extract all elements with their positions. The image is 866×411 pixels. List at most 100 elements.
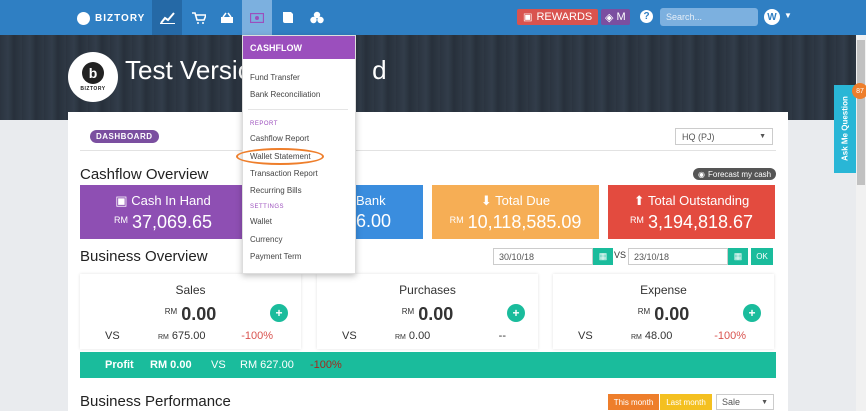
box-title: Expense xyxy=(640,283,687,297)
performance-type-select[interactable]: Sale ▼ xyxy=(716,394,774,410)
card-currency: RM xyxy=(629,215,644,225)
company-name-text: Test Versio xyxy=(125,55,253,85)
menu-item-fund-transfer[interactable]: Fund Transfer xyxy=(250,73,300,82)
profit-vs: VS xyxy=(211,359,226,371)
brand-name: BIZTORY xyxy=(95,12,146,24)
shield-icon: ◈ xyxy=(605,11,614,24)
company-logo-text: BIZTORY xyxy=(80,86,106,92)
box-value: 0.00 xyxy=(181,304,217,324)
nav-accounting-book-icon[interactable] xyxy=(273,0,303,35)
company-logo-mark: b xyxy=(82,62,104,84)
user-menu-chevron-down-icon[interactable]: ▼ xyxy=(784,11,792,20)
box-vs: VS xyxy=(342,330,357,342)
menu-item-recurring-bills[interactable]: Recurring Bills xyxy=(250,186,302,195)
download-icon: ⬇ xyxy=(480,193,496,208)
add-purchase-plus-icon[interactable]: + xyxy=(507,304,525,322)
box-cmp-currency: RM xyxy=(631,334,642,341)
box-percent: -- xyxy=(498,330,506,342)
box-percent: -100% xyxy=(241,330,273,342)
profit-bar: Profit RM 0.00 VS RM 627.00 -100% xyxy=(80,352,776,378)
box-cmp-value: 675.00 xyxy=(171,330,206,342)
calendar-icon[interactable]: ▦ xyxy=(593,248,613,265)
total-due-card[interactable]: ⬇ Total Due RM 10,118,585.09 xyxy=(432,185,599,239)
sales-overview-box: Sales RM 0.00 + VS RM 675.00 -100% xyxy=(80,274,301,349)
business-performance-title: Business Performance xyxy=(80,393,231,410)
menu-item-payment-term[interactable]: Payment Term xyxy=(250,252,301,261)
nav-inventory-cubes-icon[interactable] xyxy=(302,0,332,35)
money-icon: ▣ xyxy=(115,193,132,208)
card-label: Total Due xyxy=(495,193,551,208)
nav-cashflow-money-icon[interactable] xyxy=(242,0,272,35)
nav-purchase-basket-icon[interactable] xyxy=(212,0,242,35)
rewards-button[interactable]: ▣ REWARDS xyxy=(517,9,599,25)
membership-label: M xyxy=(616,11,626,23)
profit-label: Profit xyxy=(105,359,134,371)
last-month-button[interactable]: Last month xyxy=(660,394,712,410)
branch-select[interactable]: HQ (PJ) ▼ xyxy=(675,128,773,145)
menu-section-report: REPORT xyxy=(250,121,278,127)
forecast-label: Forecast my cash xyxy=(707,169,772,179)
nav-dashboard-chart-icon[interactable] xyxy=(152,0,182,35)
box-currency: RM xyxy=(401,307,415,316)
profit-value: RM 0.00 xyxy=(150,359,192,371)
menu-divider xyxy=(248,109,348,110)
card-currency: RM xyxy=(113,215,128,225)
ok-button[interactable]: OK xyxy=(751,248,773,265)
nav-sales-cart-icon[interactable] xyxy=(184,0,214,35)
expense-overview-box: Expense RM 0.00 + VS RM 48.00 -100% xyxy=(553,274,774,349)
dashboard-badge: DASHBOARD xyxy=(90,130,159,143)
card-value: 6.00 xyxy=(356,211,392,231)
menu-item-currency[interactable]: Currency xyxy=(250,235,282,244)
profit-percent: -100% xyxy=(310,359,342,371)
card-value: 10,118,585.09 xyxy=(467,212,582,232)
box-cmp-value: 48.00 xyxy=(644,330,673,342)
forecast-button[interactable]: ◉ Forecast my cash xyxy=(693,168,777,180)
chevron-down-icon: ▼ xyxy=(759,133,766,140)
date-vs-label: VS xyxy=(614,250,627,260)
chevron-down-icon: ▼ xyxy=(761,398,768,406)
date-to-input[interactable]: 23/10/18 xyxy=(628,248,728,265)
card-currency: RM xyxy=(449,215,464,225)
menu-item-bank-reconciliation[interactable]: Bank Reconciliation xyxy=(250,90,320,99)
menu-section-settings: SETTINGS xyxy=(250,204,285,210)
menu-item-cashflow-report[interactable]: Cashflow Report xyxy=(250,134,309,143)
card-label: Total Outstanding xyxy=(648,193,750,208)
cash-in-hand-card[interactable]: ▣ Cash In Hand RM 37,069.65 xyxy=(80,185,246,239)
this-month-button[interactable]: This month xyxy=(608,394,659,410)
box-value: 0.00 xyxy=(654,304,690,324)
branch-select-value: HQ (PJ) xyxy=(682,131,715,142)
box-currency: RM xyxy=(637,307,651,316)
search-input[interactable] xyxy=(660,8,758,26)
user-avatar[interactable]: W xyxy=(764,9,780,25)
card-label: Bank xyxy=(356,193,386,208)
ask-me-question-button[interactable]: Ask Me Question xyxy=(834,85,856,173)
date-from-input[interactable]: 30/10/18 xyxy=(493,248,593,265)
scrollbar-thumb[interactable] xyxy=(857,40,865,185)
company-logo: b BIZTORY xyxy=(68,52,118,102)
box-cmp-currency: RM xyxy=(158,334,169,341)
menu-item-wallet[interactable]: Wallet xyxy=(250,217,272,226)
cashflow-overview-title: Cashflow Overview xyxy=(80,166,209,183)
company-name-tail: d xyxy=(372,55,387,85)
box-percent: -100% xyxy=(714,330,746,342)
add-sales-plus-icon[interactable]: + xyxy=(270,304,288,322)
add-expense-plus-icon[interactable]: + xyxy=(743,304,761,322)
upload-icon: ⬆ xyxy=(633,193,649,208)
membership-badge[interactable]: ◈ M xyxy=(601,9,630,25)
total-outstanding-card[interactable]: ⬆ Total Outstanding RM 3,194,818.67 xyxy=(608,185,775,239)
dropdown-header: CASHFLOW xyxy=(243,36,355,59)
box-vs: VS xyxy=(578,330,593,342)
brand-logo[interactable]: BIZTORY xyxy=(77,10,145,26)
gift-icon: ▣ xyxy=(523,11,533,23)
wallet-statement-highlight xyxy=(236,148,324,165)
menu-item-transaction-report[interactable]: Transaction Report xyxy=(250,169,318,178)
box-value: 0.00 xyxy=(418,304,454,324)
card-label: Cash In Hand xyxy=(131,193,211,208)
help-icon[interactable]: ? xyxy=(640,10,653,23)
box-currency: RM xyxy=(164,307,178,316)
purchases-overview-box: Purchases RM 0.00 + VS RM 0.00 -- xyxy=(317,274,538,349)
box-vs: VS xyxy=(105,330,120,342)
calendar-icon[interactable]: ▦ xyxy=(728,248,748,265)
card-value: 3,194,818.67 xyxy=(647,212,754,232)
brand-mark-icon xyxy=(77,11,90,25)
